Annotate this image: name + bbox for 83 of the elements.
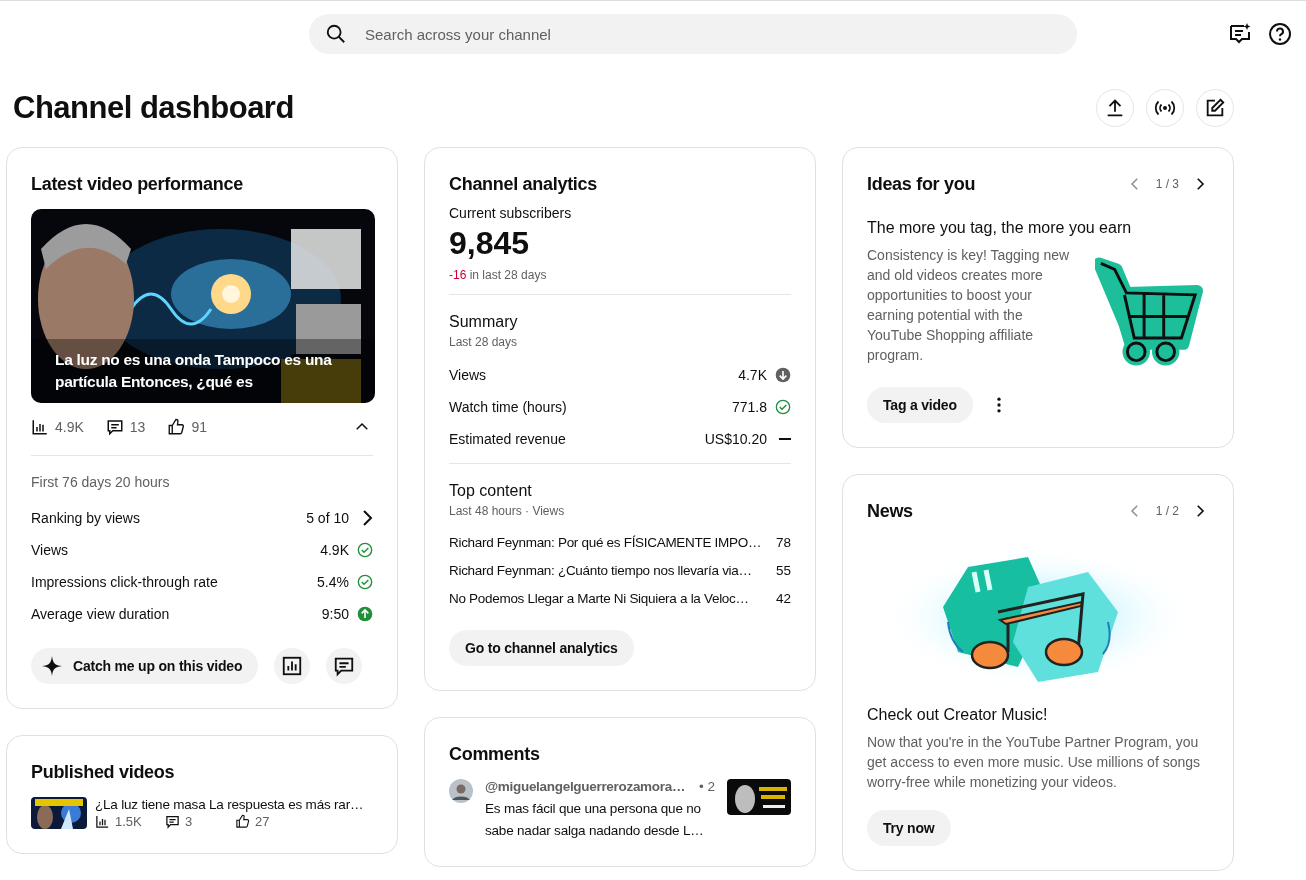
avatar-icon xyxy=(449,779,473,803)
edit-icon xyxy=(1204,97,1226,119)
video-title[interactable]: Richard Feynman: ¿Cuánto tiempo nos llevaría via… xyxy=(449,562,752,578)
view-count: 42 xyxy=(775,590,791,606)
stat-value: 4.9K xyxy=(320,542,349,558)
comments-button[interactable] xyxy=(326,648,363,684)
stat-value: 9:50 xyxy=(321,606,349,622)
stat-value: 771.8 xyxy=(731,399,767,415)
comment-author[interactable]: @miguelangelguerrerozamora… xyxy=(485,779,686,794)
card-title: Comments xyxy=(449,744,541,765)
stat-value: US$10.20 xyxy=(704,431,767,447)
comments-count: 13 xyxy=(105,418,146,436)
stat-label: Views xyxy=(31,542,69,558)
video-title[interactable]: Richard Feynman: Por qué es FÍSICAMENTE IMPO… xyxy=(449,534,762,550)
news-description: Now that you're in the YouTube Partner Program, you get access to even more music. Use millions of songs worry-free while monetizing your videos. xyxy=(867,733,1202,792)
news-heading: Check out Creator Music! xyxy=(867,706,1049,724)
view-count: 55 xyxy=(775,562,791,578)
card-title: Ideas for you xyxy=(867,174,976,195)
subscribers-label: Current subscribers xyxy=(449,205,573,221)
section-subtitle: Last 48 hours · Views xyxy=(449,504,566,518)
video-title[interactable]: ¿La luz tiene masa La respuesta es más rar… xyxy=(95,797,373,812)
live-button[interactable] xyxy=(1146,89,1184,127)
stat-label: Estimated revenue xyxy=(449,431,566,447)
likes-count: 27 xyxy=(235,814,291,829)
likes-count: 91 xyxy=(167,418,207,436)
comments-count: 3 xyxy=(165,814,221,829)
analytics-button[interactable] xyxy=(274,648,311,684)
try-now-button[interactable]: Try now xyxy=(867,810,951,846)
search-input[interactable]: Search across your channel xyxy=(363,24,1061,44)
arrow-up-icon xyxy=(357,606,373,622)
section-subtitle: Last 28 days xyxy=(449,335,519,349)
comment-icon xyxy=(105,418,124,436)
period-label: First 76 days 20 hours xyxy=(31,474,171,490)
card-title: Latest video performance xyxy=(31,174,244,195)
section-title: Summary xyxy=(449,313,519,331)
stat-label: Average view duration xyxy=(31,606,170,622)
bar-chart-icon xyxy=(281,655,304,677)
page-indicator: 1 / 3 xyxy=(1155,176,1179,191)
video-title[interactable]: No Podemos Llegar a Marte Ni Siquiera a la Veloc… xyxy=(449,590,749,606)
views-count: 4.9K xyxy=(31,418,84,436)
comment-icon xyxy=(333,655,356,677)
check-circle-icon xyxy=(775,399,791,415)
bar-chart-icon xyxy=(31,418,49,436)
subscriber-change: -16 in last 28 days xyxy=(449,268,548,282)
views-count: 1.5K xyxy=(95,814,151,829)
comment-icon xyxy=(165,814,180,829)
page-indicator: 1 / 2 xyxy=(1155,503,1179,518)
edit-button[interactable] xyxy=(1196,89,1234,127)
view-count: 78 xyxy=(775,534,791,550)
chevron-right-icon[interactable] xyxy=(363,510,373,526)
catch-up-button[interactable]: Catch me up on this video xyxy=(31,648,259,684)
go-to-analytics-button[interactable]: Go to channel analytics xyxy=(449,630,634,666)
bar-chart-icon xyxy=(95,814,110,829)
stat-value: 5 of 10 xyxy=(306,510,349,526)
comment-text: Es mas fácil que una persona que no sabe nadar salga nadando desde L… xyxy=(485,800,705,840)
search-icon xyxy=(325,23,347,45)
dash-icon xyxy=(779,438,791,440)
card-title: News xyxy=(867,501,913,522)
subscriber-count: 9,845 xyxy=(449,225,531,262)
card-title: Published videos xyxy=(31,762,176,783)
upload-button[interactable] xyxy=(1096,89,1134,127)
stat-label: Impressions click-through rate xyxy=(31,574,218,590)
check-circle-icon xyxy=(357,574,373,590)
stat-label: Ranking by views xyxy=(31,510,140,526)
feedback-icon[interactable] xyxy=(1228,22,1252,46)
stat-label: Watch time (hours) xyxy=(449,399,567,415)
idea-description: Consistency is key! Tagging new and old videos creates more opportunities to boost your earning potential with the YouTube Shopping affiliate program. xyxy=(867,246,1071,365)
thumbs-up-icon xyxy=(235,814,250,829)
tag-video-button[interactable]: Tag a video xyxy=(867,387,973,423)
page-title: Channel dashboard xyxy=(13,90,294,126)
stat-value: 4.7K xyxy=(738,367,767,383)
thumbs-up-icon xyxy=(167,418,186,436)
search-field[interactable]: Search across your channel xyxy=(309,14,1077,54)
check-circle-icon xyxy=(357,542,373,558)
card-title: Channel analytics xyxy=(449,174,598,195)
sparkle-icon xyxy=(41,655,63,677)
comment-time: • 2 xyxy=(699,779,715,794)
stat-value: 5.4% xyxy=(317,574,349,590)
section-title: Top content xyxy=(449,482,533,500)
idea-heading: The more you tag, the more you earn xyxy=(867,219,1133,237)
arrow-down-icon xyxy=(775,367,791,383)
help-icon[interactable] xyxy=(1268,22,1292,46)
stat-label: Views xyxy=(449,367,487,383)
